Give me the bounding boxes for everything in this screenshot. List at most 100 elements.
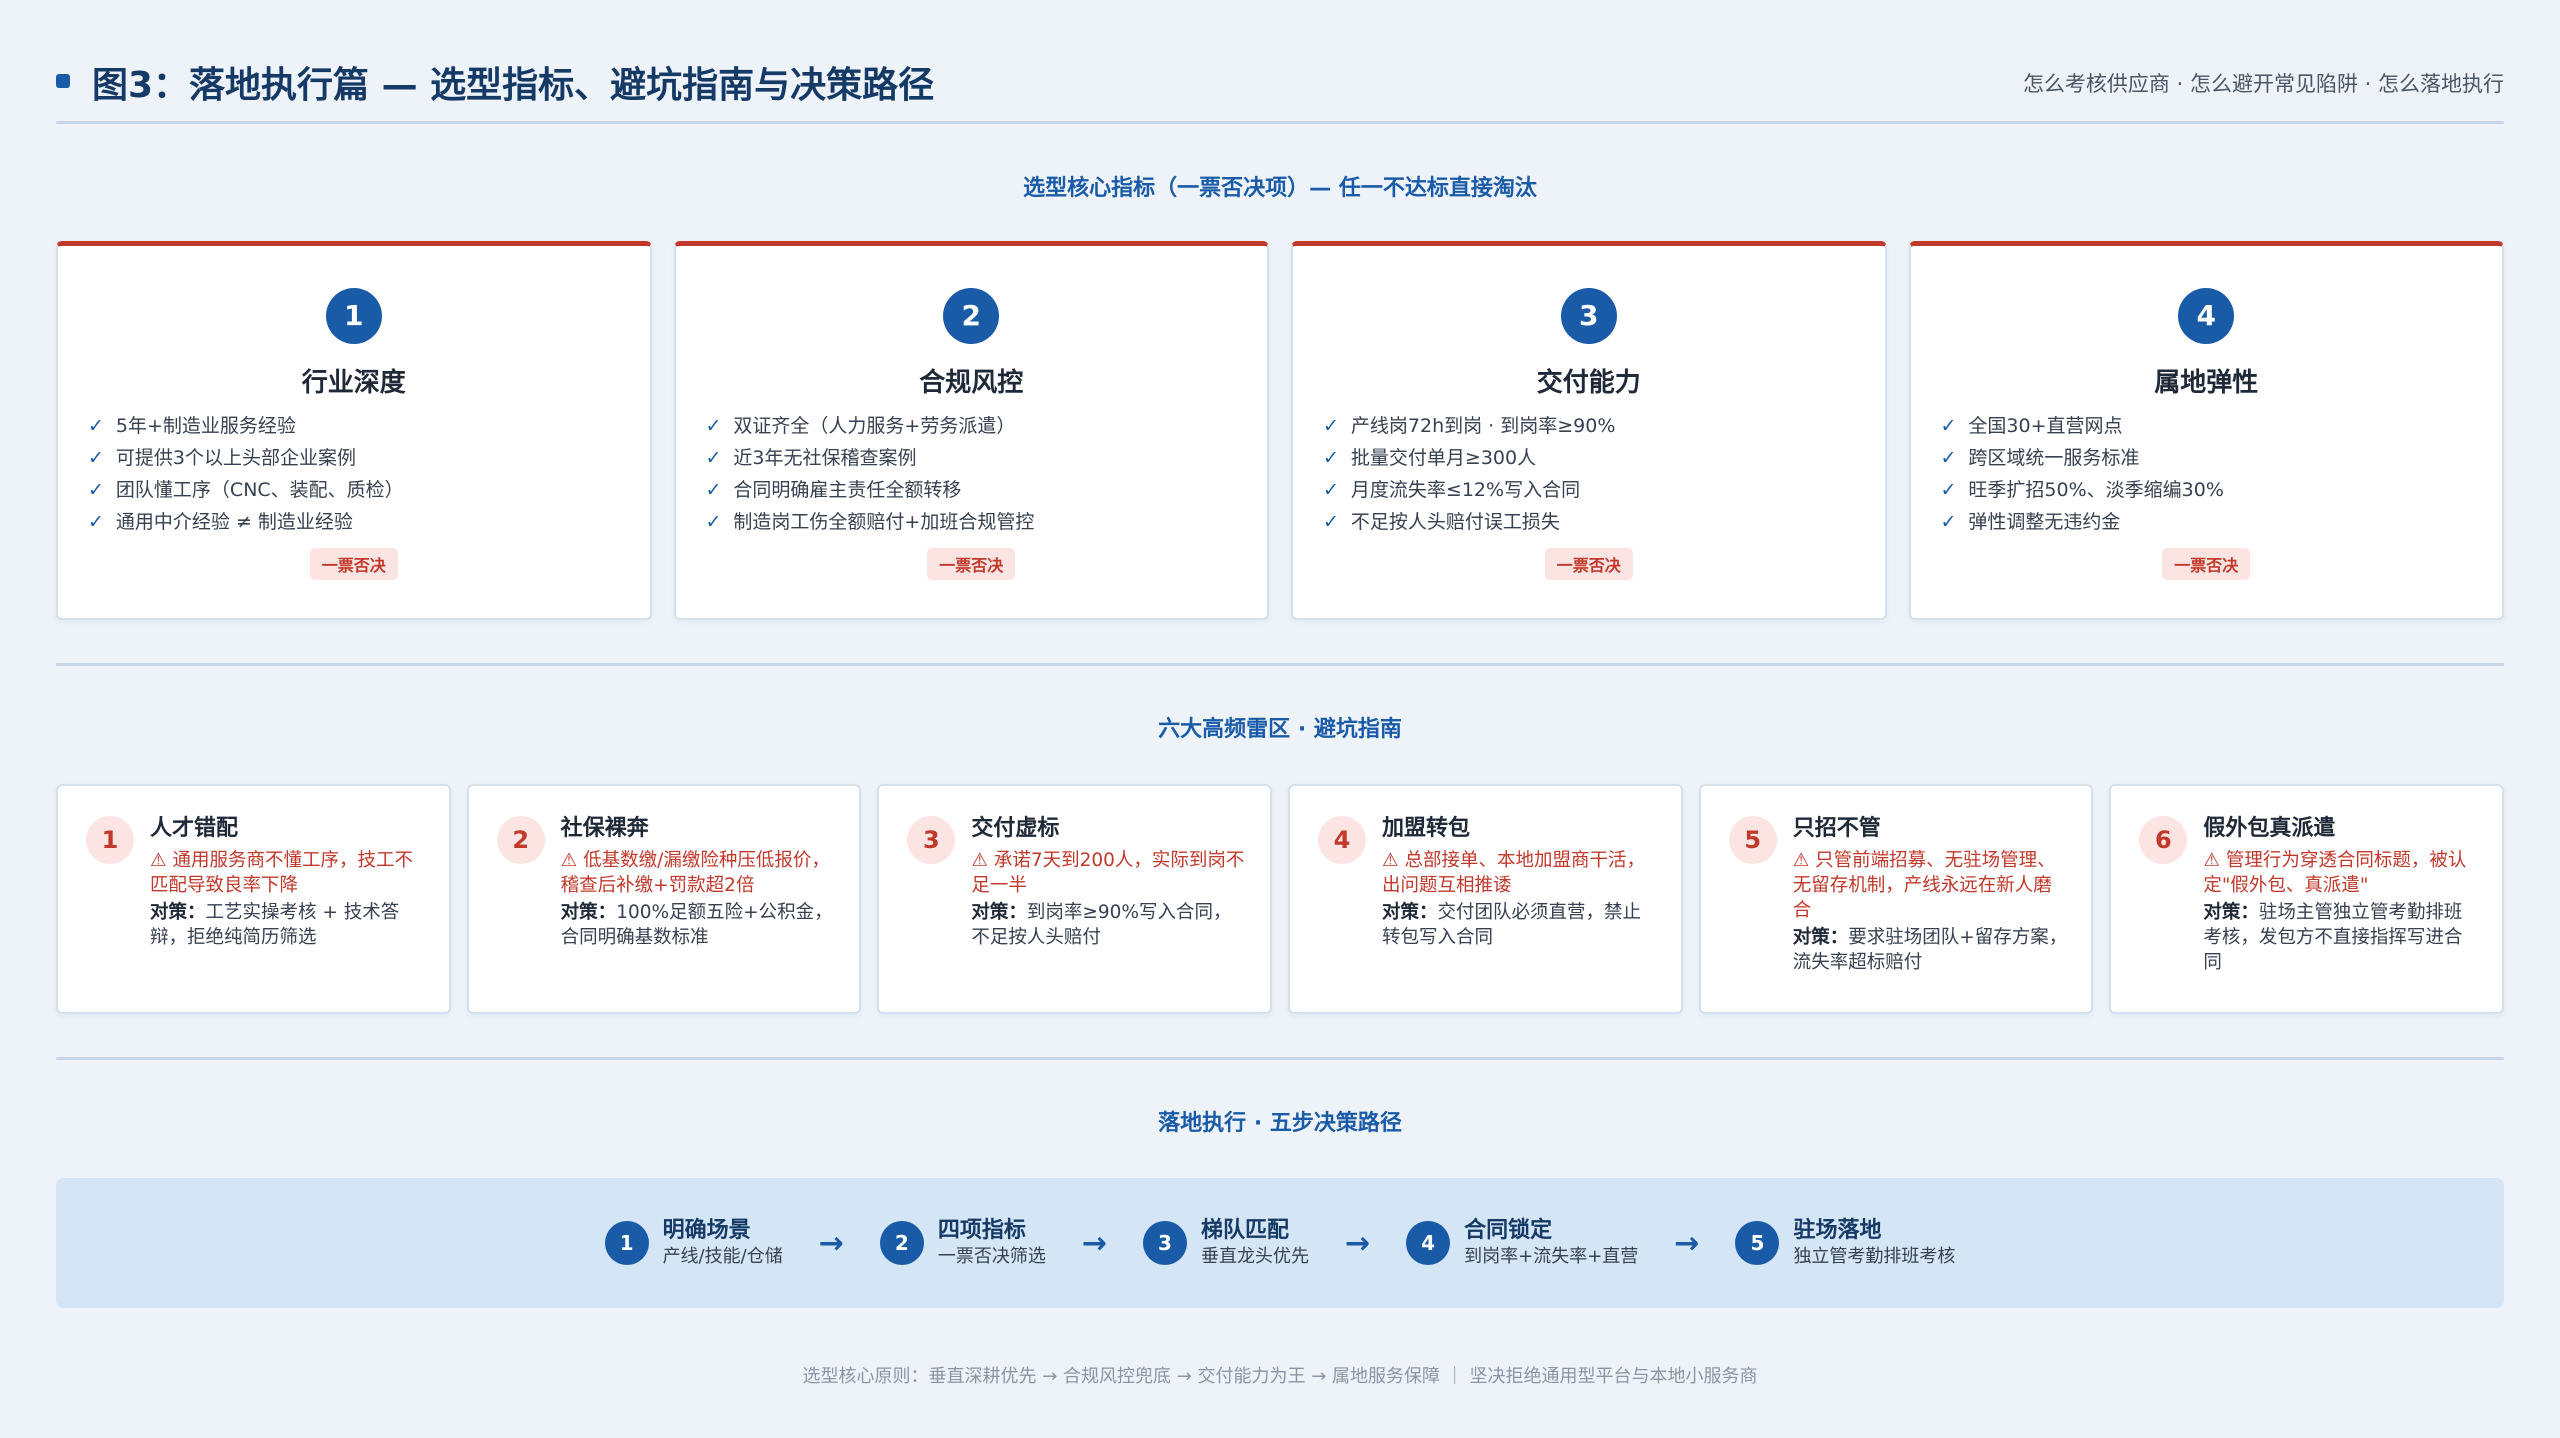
criteria-list: ✓ 全国30+直营网点 ✓ 跨区域统一服务标准 ✓ 旺季扩招50%、淡季缩编30% ✓…: [1941, 410, 2483, 538]
check-icon: ✓: [1323, 511, 1339, 533]
header: 图3：落地执行篇 — 选型指标、避坑指南与决策路径 怎么考核供应商 · 怎么避开…: [56, 56, 2504, 126]
decision-step: 3 梯队匹配 垂直龙头优先: [1142, 1217, 1309, 1269]
veto-badge: 一票否决: [2162, 548, 2251, 580]
criteria-card-title: 交付能力: [1536, 368, 1641, 398]
check-icon: ✓: [705, 511, 722, 533]
check-icon: ✓: [1940, 447, 1957, 469]
criteria-card-title: 行业深度: [301, 368, 406, 398]
step-description: 产线/技能/仓储: [662, 1246, 783, 1267]
pitfall-title: 加盟转包: [1382, 816, 1471, 841]
pitfall-card: 4 加盟转包 ⚠ 总部接单、本地加盟商干活，出问题互相推诿 对策：交付团队必须直…: [1288, 784, 1683, 1014]
check-icon: ✓: [705, 415, 722, 437]
header-divider: [56, 121, 2504, 124]
criteria-cards: 1 行业深度 ✓ 5年+制造业服务经验 ✓ 可提供3个以上头部企业案例 ✓ 团队懂工序…: [56, 241, 2504, 620]
step-title: 合同锁定: [1464, 1218, 1553, 1243]
criteria-card-delivery: 3 交付能力 ✓ 产线岗72h到岗 · 到岗率≥90% ✓ 批量交付单月≥300人 …: [1291, 241, 1887, 620]
pitfall-fix: 对策：工艺实操考核 + 技术答辩，拒绝纯简历筛选: [150, 902, 400, 948]
warning-icon: ⚠: [2203, 850, 2220, 871]
criteria-item: ✓ 全国30+直营网点: [1940, 415, 2123, 437]
pitfall-title: 人才错配: [150, 816, 239, 841]
arrow-right-icon: →: [818, 1225, 844, 1261]
criteria-item: ✓ 双证齐全（人力服务+劳务派遣）: [705, 415, 1016, 437]
criteria-item: ✓ 5年+制造业服务经验: [88, 415, 296, 437]
title-marker-icon: [56, 74, 70, 88]
criteria-item: ✓ 通用中介经验 ≠ 制造业经验: [88, 511, 353, 533]
warning-icon: ⚠: [150, 850, 167, 871]
warning-icon: ⚠: [1382, 850, 1399, 871]
criteria-number-badge: 3: [1560, 288, 1617, 344]
criteria-number-badge: 1: [325, 288, 382, 344]
pitfall-card: 2 社保裸奔 ⚠ 低基数缴/漏缴险种压低报价，稽查后补缴+罚款超2倍 对策：10…: [466, 784, 862, 1014]
criteria-item: ✓ 跨区域统一服务标准: [1940, 447, 2140, 469]
criteria-card-title: 属地弹性: [2154, 368, 2259, 398]
veto-badge: 一票否决: [309, 548, 398, 580]
step-title: 明确场景: [662, 1218, 751, 1243]
pitfalls-section-title: 六大高频雷区 · 避坑指南: [1158, 717, 1402, 742]
arrow-right-icon: →: [1081, 1225, 1107, 1261]
pitfall-title: 只招不管: [1792, 816, 1881, 841]
step-number-badge: 1: [604, 1221, 649, 1265]
check-icon: ✓: [88, 479, 104, 501]
section-divider: [56, 663, 2504, 666]
pitfall-warning: ⚠ 低基数缴/漏缴险种压低报价，稽查后补缴+罚款超2倍: [560, 850, 830, 896]
pitfall-fix: 对策：到岗率≥90%写入合同，不足按人头赔付: [971, 902, 1232, 948]
step-title: 梯队匹配: [1200, 1218, 1289, 1243]
pitfall-fix: 对策：要求驻场团队+留存方案，流失率超标赔付: [1792, 927, 2068, 973]
warning-icon: ⚠: [971, 850, 988, 871]
decision-step: 4 合同锁定 到岗率+流失率+直营: [1406, 1217, 1638, 1269]
criteria-card-industry-depth: 1 行业深度 ✓ 5年+制造业服务经验 ✓ 可提供3个以上头部企业案例 ✓ 团队懂工序…: [56, 241, 652, 620]
footer-note: 选型核心原则：垂直深耕优先 → 合规风控兜底 → 交付能力为王 → 属地服务保障…: [802, 1366, 1758, 1387]
check-icon: ✓: [1940, 479, 1957, 501]
step-number-badge: 4: [1406, 1221, 1451, 1265]
check-icon: ✓: [1940, 415, 1957, 437]
check-icon: ✓: [705, 447, 722, 469]
pitfall-title: 社保裸奔: [560, 816, 649, 841]
criteria-item: ✓ 旺季扩招50%、淡季缩编30%: [1940, 479, 2224, 501]
pitfall-number-badge: 2: [496, 816, 545, 864]
criteria-item: ✓ 制造岗工伤全额赔付+加班合规管控: [705, 511, 1035, 533]
criteria-section-title: 选型核心指标（一票否决项）— 任一不达标直接淘汰: [1023, 176, 1537, 201]
page-title: 图3：落地执行篇 — 选型指标、避坑指南与决策路径: [92, 65, 935, 106]
pitfall-title: 假外包真派遣: [2203, 816, 2336, 841]
criteria-item: ✓ 产线岗72h到岗 · 到岗率≥90%: [1323, 415, 1616, 437]
check-icon: ✓: [88, 511, 104, 533]
pitfall-number-badge: 6: [2139, 816, 2188, 864]
check-icon: ✓: [1323, 447, 1339, 469]
check-icon: ✓: [1323, 415, 1339, 437]
pitfall-fix: 对策：驻场主管独立管考勤排班考核，发包方不直接指挥写进合同: [2203, 902, 2463, 973]
criteria-number-badge: 4: [2178, 288, 2235, 344]
step-number-badge: 2: [879, 1221, 924, 1265]
page: 图3：落地执行篇 — 选型指标、避坑指南与决策路径 怎么考核供应商 · 怎么避开…: [0, 0, 2560, 1438]
step-title: 四项指标: [937, 1218, 1026, 1243]
check-icon: ✓: [1940, 511, 1957, 533]
section-divider: [56, 1057, 2504, 1060]
criteria-item: ✓ 月度流失率≤12%写入合同: [1323, 479, 1581, 501]
criteria-item: ✓ 可提供3个以上头部企业案例: [88, 447, 357, 469]
criteria-list: ✓ 双证齐全（人力服务+劳务派遣） ✓ 近3年无社保稽查案例 ✓ 合同明确雇主责任全额…: [706, 410, 1248, 538]
pitfall-fix: 对策：100%足额五险+公积金，合同明确基数标准: [560, 902, 833, 948]
pitfall-warning: ⚠ 只管前端招募、无驻场管理、无留存机制，产线永远在新人磨合: [1792, 850, 2056, 921]
criteria-card-compliance: 2 合规风控 ✓ 双证齐全（人力服务+劳务派遣） ✓ 近3年无社保稽查案例 ✓ 合同明…: [673, 241, 1269, 620]
check-icon: ✓: [1323, 479, 1339, 501]
step-number-badge: 5: [1735, 1221, 1780, 1265]
decision-step: 1 明确场景 产线/技能/仓储: [604, 1217, 783, 1269]
step-description: 到岗率+流失率+直营: [1464, 1246, 1639, 1267]
pitfall-card: 6 假外包真派遣 ⚠ 管理行为穿透合同标题，被认定"假外包、真派遣" 对策：驻场…: [2109, 784, 2505, 1014]
arrow-right-icon: →: [1344, 1225, 1371, 1261]
criteria-card-local-flexibility: 4 属地弹性 ✓ 全国30+直营网点 ✓ 跨区域统一服务标准 ✓ 旺季扩招50%、淡季…: [1908, 241, 2504, 620]
check-icon: ✓: [88, 447, 104, 469]
pitfall-card: 3 交付虚标 ⚠ 承诺7天到200人，实际到岗不足一半 对策：到岗率≥90%写入…: [877, 784, 1273, 1014]
pitfall-number-badge: 1: [86, 816, 134, 864]
warning-icon: ⚠: [560, 850, 578, 871]
criteria-list: ✓ 5年+制造业服务经验 ✓ 可提供3个以上头部企业案例 ✓ 团队懂工序（CNC、装配…: [88, 410, 630, 538]
pitfall-number-badge: 3: [907, 816, 956, 864]
pitfall-warning: ⚠ 总部接单、本地加盟商干活，出问题互相推诿: [1382, 850, 1646, 896]
pitfall-warning: ⚠ 通用服务商不懂工序，技工不匹配导致良率下降: [150, 850, 413, 896]
pitfall-cards: 1 人才错配 ⚠ 通用服务商不懂工序，技工不匹配导致良率下降 对策：工艺实操考核…: [56, 784, 2505, 1014]
pitfall-card: 5 只招不管 ⚠ 只管前端招募、无驻场管理、无留存机制，产线永远在新人磨合 对策…: [1698, 784, 2094, 1014]
criteria-card-title: 合规风控: [919, 368, 1024, 398]
criteria-item: ✓ 批量交付单月≥300人: [1323, 447, 1537, 469]
criteria-item: ✓ 近3年无社保稽查案例: [705, 447, 917, 469]
warning-icon: ⚠: [1792, 850, 1810, 871]
check-icon: ✓: [705, 479, 722, 501]
